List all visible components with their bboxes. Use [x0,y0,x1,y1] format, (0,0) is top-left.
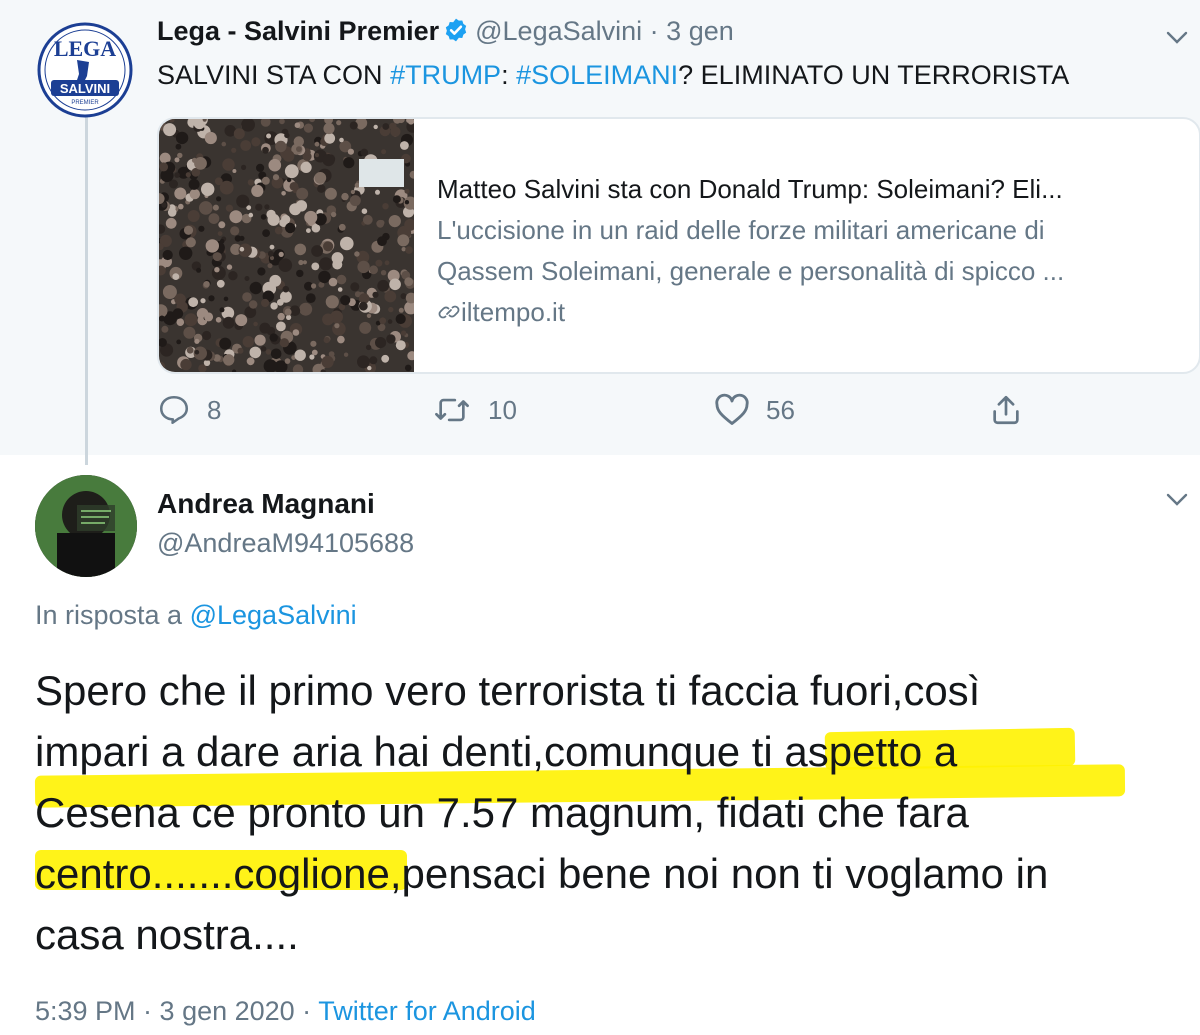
separator-dot: · [649,16,659,46]
verified-badge-icon [443,17,469,50]
thread-connector-line [85,110,88,465]
crowd-thumbnail-image [159,119,414,372]
reply-count: 8 [207,394,222,425]
reply-icon [159,395,189,425]
retweet-icon [435,398,469,422]
reply-text-line-3: Cesena ce pronto un 7.57 magnum, fidati … [35,789,969,836]
heart-icon [715,393,749,425]
svg-text:SALVINI: SALVINI [60,81,110,96]
retweet-action[interactable]: 10 [432,393,517,427]
hashtag-link[interactable]: #TRUMP [390,60,501,90]
card-domain: iltempo.it [437,292,1179,333]
reply-text-line-1: Spero che il primo vero terrorista ti fa… [35,667,981,714]
author-name[interactable]: Lega - Salvini Premier [157,16,439,46]
reply-mention-link[interactable]: @LegaSalvini [190,600,357,630]
card-title: Matteo Salvini sta con Donald Trump: Sol… [437,174,1063,204]
original-tweet[interactable]: LEGA SALVINI PREMIER Lega - Salvini Prem… [0,0,1200,465]
svg-text:LEGA: LEGA [54,36,116,61]
reply-text-line-2: impari a dare aria hai denti,comunque ti… [35,728,958,775]
reply-text-line-5: casa nostra.... [35,911,299,958]
reply-source-link[interactable]: Twitter for Android [318,996,536,1026]
reply-timestamp[interactable]: 5:39 PM · 3 gen 2020 · [35,996,311,1026]
chevron-down-icon[interactable] [1164,490,1190,510]
reply-action[interactable]: 8 [157,393,221,427]
chevron-down-icon[interactable] [1164,28,1190,48]
card-description-line-2: Qassem Soleimani, generale e personalità… [437,256,1065,286]
retweet-count: 10 [488,394,517,425]
hashtag-link[interactable]: #SOLEIMANI [516,60,678,90]
reply-text-line-4: centro.......coglione,pensaci bene noi n… [35,850,1049,897]
share-action[interactable] [989,393,1023,427]
author-handle[interactable]: @LegaSalvini [475,16,642,46]
andrea-avatar[interactable] [35,475,137,577]
reply-text: Spero che il primo vero terrorista ti fa… [35,660,1185,965]
reply-prefix: In risposta a [35,600,183,630]
lega-logo-avatar[interactable]: LEGA SALVINI PREMIER [37,22,133,118]
tweet-text-segment: : [501,60,517,90]
tweet-header: Lega - Salvini Premier @LegaSalvini · 3 g… [157,16,734,50]
reply-author-name[interactable]: Andrea Magnani [157,488,375,520]
reply-author-handle[interactable]: @AndreaM94105688 [157,528,414,559]
link-icon [437,297,461,327]
tweet-actions: 8 10 56 [157,393,1057,437]
like-count: 56 [766,394,795,425]
share-icon [993,395,1019,425]
card-domain-text: iltempo.it [461,297,566,327]
reply-context: In risposta a @LegaSalvini [35,600,357,631]
reply-meta: 5:39 PM · 3 gen 2020 · Twitter for Andro… [35,996,536,1027]
like-action[interactable]: 56 [714,393,795,427]
tweet-text-segment: ? ELIMINATO UN TERRORISTA [678,60,1070,90]
tweet-text-segment: SALVINI STA CON [157,60,391,90]
tweet-text: SALVINI STA CON #TRUMP: #SOLEIMANI? ELIM… [157,60,1069,91]
svg-text:PREMIER: PREMIER [71,100,99,106]
link-preview-card[interactable]: Matteo Salvini sta con Donald Trump: Sol… [157,117,1200,374]
card-description-line-1: L'uccisione in un raid delle forze milit… [437,215,1045,245]
tweet-date[interactable]: 3 gen [666,16,734,46]
